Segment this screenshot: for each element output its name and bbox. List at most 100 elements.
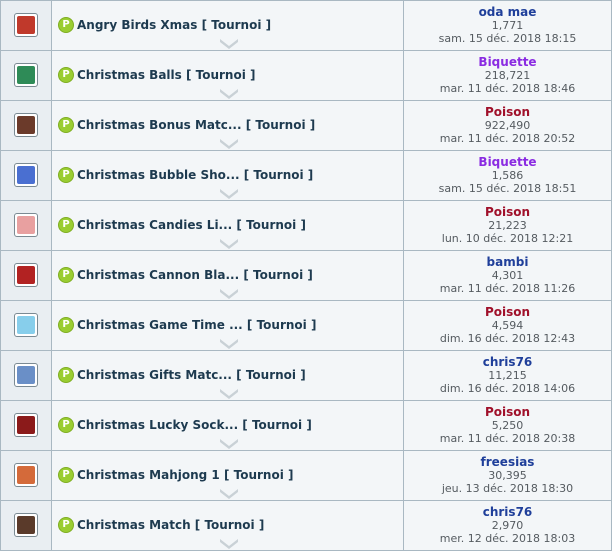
play-badge-icon[interactable]: P xyxy=(58,67,74,83)
high-score-cell: bambi 4,301 mar. 11 déc. 2018 11:26 xyxy=(404,251,611,300)
play-badge-icon[interactable]: P xyxy=(58,467,74,483)
chevron-down-icon xyxy=(220,139,238,149)
game-title-link[interactable]: Christmas Lucky Sock... [ Tournoi ] xyxy=(77,418,312,432)
game-title-link[interactable]: Christmas Candies Li... [ Tournoi ] xyxy=(77,218,306,232)
game-title-link[interactable]: Christmas Gifts Matc... [ Tournoi ] xyxy=(77,368,306,382)
play-badge-icon[interactable]: P xyxy=(58,17,74,33)
thumb-image xyxy=(17,466,35,484)
thumb-image xyxy=(17,116,35,134)
bonus-match-thumb-icon[interactable] xyxy=(14,113,38,137)
game-thumb-cell xyxy=(1,51,52,100)
bubble-shooter-thumb-icon[interactable] xyxy=(14,163,38,187)
score-date: jeu. 13 déc. 2018 18:30 xyxy=(441,482,574,495)
game-title-link[interactable]: Christmas Cannon Bla... [ Tournoi ] xyxy=(77,268,313,282)
gifts-match-thumb-icon[interactable] xyxy=(14,363,38,387)
christmas-match-thumb-icon[interactable] xyxy=(14,513,38,537)
champion-username[interactable]: chris76 xyxy=(404,351,611,369)
thumb-image xyxy=(17,316,35,334)
champion-username[interactable]: chris76 xyxy=(404,501,611,519)
game-title-link[interactable]: Christmas Game Time ... [ Tournoi ] xyxy=(77,318,316,332)
game-title-cell: P Christmas Cannon Bla... [ Tournoi ] xyxy=(52,251,404,300)
chevron-down-icon xyxy=(220,189,238,199)
champion-username[interactable]: Poison xyxy=(404,401,611,419)
play-badge-icon[interactable]: P xyxy=(58,317,74,333)
play-badge-icon[interactable]: P xyxy=(58,117,74,133)
thumb-image xyxy=(17,16,35,34)
high-score-cell: chris76 11,215 dim. 16 déc. 2018 14:06 xyxy=(404,351,611,400)
thumb-image xyxy=(17,66,35,84)
chevron-down-icon xyxy=(220,289,238,299)
score-date: dim. 16 déc. 2018 14:06 xyxy=(439,382,576,395)
play-badge-icon[interactable]: P xyxy=(58,217,74,233)
score-value: 4,594 xyxy=(491,319,524,332)
play-badge-icon[interactable]: P xyxy=(58,167,74,183)
candies-thumb-icon[interactable] xyxy=(14,213,38,237)
high-score-cell: Poison 4,594 dim. 16 déc. 2018 12:43 xyxy=(404,301,611,350)
champion-username[interactable]: bambi xyxy=(404,251,611,269)
game-title-link[interactable]: Christmas Match [ Tournoi ] xyxy=(77,518,264,532)
play-badge-icon[interactable]: P xyxy=(58,417,74,433)
chevron-down-icon xyxy=(220,539,238,549)
game-title-cell: P Christmas Bubble Sho... [ Tournoi ] xyxy=(52,151,404,200)
thumb-image xyxy=(17,416,35,434)
play-badge-icon[interactable]: P xyxy=(58,367,74,383)
champion-username[interactable]: oda mae xyxy=(404,1,611,19)
play-badge-icon[interactable]: P xyxy=(58,267,74,283)
cannon-thumb-icon[interactable] xyxy=(14,263,38,287)
game-title-cell: P Angry Birds Xmas [ Tournoi ] xyxy=(52,1,404,50)
champion-username[interactable]: Poison xyxy=(404,101,611,119)
game-thumb-cell xyxy=(1,351,52,400)
chevron-down-icon xyxy=(220,339,238,349)
score-value: 1,586 xyxy=(491,169,524,182)
chevron-down-icon xyxy=(220,239,238,249)
game-thumb-cell xyxy=(1,151,52,200)
champion-username[interactable]: freesias xyxy=(404,451,611,469)
score-date: mar. 11 déc. 2018 11:26 xyxy=(439,282,576,295)
game-thumb-cell xyxy=(1,251,52,300)
table-row: P Christmas Balls [ Tournoi ] Biquette 2… xyxy=(0,51,612,101)
chevron-down-icon xyxy=(220,389,238,399)
thumb-image xyxy=(17,216,35,234)
score-value: 5,250 xyxy=(491,419,524,432)
game-title-link[interactable]: Angry Birds Xmas [ Tournoi ] xyxy=(77,18,271,32)
game-thumb-cell xyxy=(1,1,52,50)
thumb-image xyxy=(17,266,35,284)
game-title-link[interactable]: Christmas Mahjong 1 [ Tournoi ] xyxy=(77,468,293,482)
table-row: P Christmas Bonus Matc... [ Tournoi ] Po… xyxy=(0,101,612,151)
game-thumb-cell xyxy=(1,501,52,550)
game-title-cell: P Christmas Candies Li... [ Tournoi ] xyxy=(52,201,404,250)
lucky-socks-thumb-icon[interactable] xyxy=(14,413,38,437)
game-title-cell: P Christmas Match [ Tournoi ] xyxy=(52,501,404,550)
score-value: 4,301 xyxy=(491,269,524,282)
score-date: sam. 15 déc. 2018 18:51 xyxy=(438,182,577,195)
high-score-cell: Biquette 218,721 mar. 11 déc. 2018 18:46 xyxy=(404,51,611,100)
table-row: P Christmas Bubble Sho... [ Tournoi ] Bi… xyxy=(0,151,612,201)
game-title-cell: P Christmas Lucky Sock... [ Tournoi ] xyxy=(52,401,404,450)
score-value: 2,970 xyxy=(491,519,524,532)
champion-username[interactable]: Poison xyxy=(404,301,611,319)
champion-username[interactable]: Biquette xyxy=(404,151,611,169)
game-time-thumb-icon[interactable] xyxy=(14,313,38,337)
game-thumb-cell xyxy=(1,451,52,500)
champion-username[interactable]: Biquette xyxy=(404,51,611,69)
table-row: P Christmas Game Time ... [ Tournoi ] Po… xyxy=(0,301,612,351)
game-title-link[interactable]: Christmas Bubble Sho... [ Tournoi ] xyxy=(77,168,313,182)
high-score-cell: Poison 21,223 lun. 10 déc. 2018 12:21 xyxy=(404,201,611,250)
table-row: P Christmas Lucky Sock... [ Tournoi ] Po… xyxy=(0,401,612,451)
thumb-image xyxy=(17,516,35,534)
champion-username[interactable]: Poison xyxy=(404,201,611,219)
angry-birds-thumb-icon[interactable] xyxy=(14,13,38,37)
chevron-down-icon xyxy=(220,89,238,99)
table-row: P Christmas Match [ Tournoi ] chris76 2,… xyxy=(0,501,612,551)
score-date: lun. 10 déc. 2018 12:21 xyxy=(441,232,574,245)
mahjong-thumb-icon[interactable] xyxy=(14,463,38,487)
score-value: 922,490 xyxy=(484,119,531,132)
chevron-down-icon xyxy=(220,489,238,499)
christmas-balls-thumb-icon[interactable] xyxy=(14,63,38,87)
game-title-link[interactable]: Christmas Bonus Matc... [ Tournoi ] xyxy=(77,118,315,132)
score-value: 218,721 xyxy=(484,69,531,82)
high-score-cell: Poison 5,250 mar. 11 déc. 2018 20:38 xyxy=(404,401,611,450)
table-row: P Christmas Cannon Bla... [ Tournoi ] ba… xyxy=(0,251,612,301)
play-badge-icon[interactable]: P xyxy=(58,517,74,533)
game-title-link[interactable]: Christmas Balls [ Tournoi ] xyxy=(77,68,256,82)
